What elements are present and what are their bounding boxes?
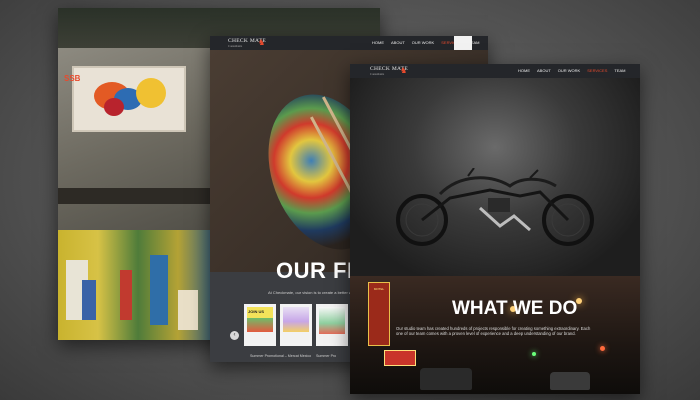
chess-knight-icon: ♞ [258,38,266,47]
abstract-artwork [58,230,218,340]
neon-sign [384,350,416,366]
feature-card[interactable] [316,304,348,346]
what-we-do-description: Our studio team has created hundreds of … [396,326,591,337]
features-intro: At Checkmate, our vision is to create a … [268,290,356,295]
chess-knight-icon: ♞ [400,66,408,75]
card-badge: JOIN US [248,309,265,314]
car [550,372,590,390]
top-navbar: CHECK MATE Consultants ♞ HOME ABOUT OUR … [350,64,640,78]
nav-team[interactable]: TEAM [614,68,625,73]
motel-sign: MOTEL [368,282,390,346]
sign-text: MOTEL [373,287,385,291]
back-logo: SSB [64,74,81,83]
card-caption: Summer Pro [316,354,337,358]
nav-home[interactable]: HOME [518,68,530,73]
car [420,368,472,390]
sculpture-motorcycle [396,168,594,246]
nav-search-box[interactable] [454,36,472,50]
wall-painting [72,66,186,132]
card-caption: Summer Promotional – Mercat Mexico [250,354,312,358]
nav-our-work[interactable]: OUR WORK [558,68,580,73]
motorcycle-hero-image [350,78,640,276]
nav-links: HOME ABOUT OUR WORK SERVICES TEAM [518,68,626,73]
nav-services[interactable]: SERVICES [587,68,607,73]
feature-card[interactable]: JOIN US [244,304,276,346]
front-website-screenshot: CHECK MATE Consultants ♞ HOME ABOUT OUR … [350,64,640,394]
what-we-do-heading: WHAT WE DO [452,298,578,319]
nav-about[interactable]: ABOUT [391,40,405,45]
feature-card[interactable] [280,304,312,346]
nav-home[interactable]: HOME [372,40,384,45]
workbench [58,188,218,204]
nav-about[interactable]: ABOUT [537,68,551,73]
nav-our-work[interactable]: OUR WORK [412,40,434,45]
top-navbar: CHECK MATE Consultants ♞ HOME ABOUT OUR … [210,36,488,50]
carousel-prev-button[interactable]: ‹ [230,331,239,340]
